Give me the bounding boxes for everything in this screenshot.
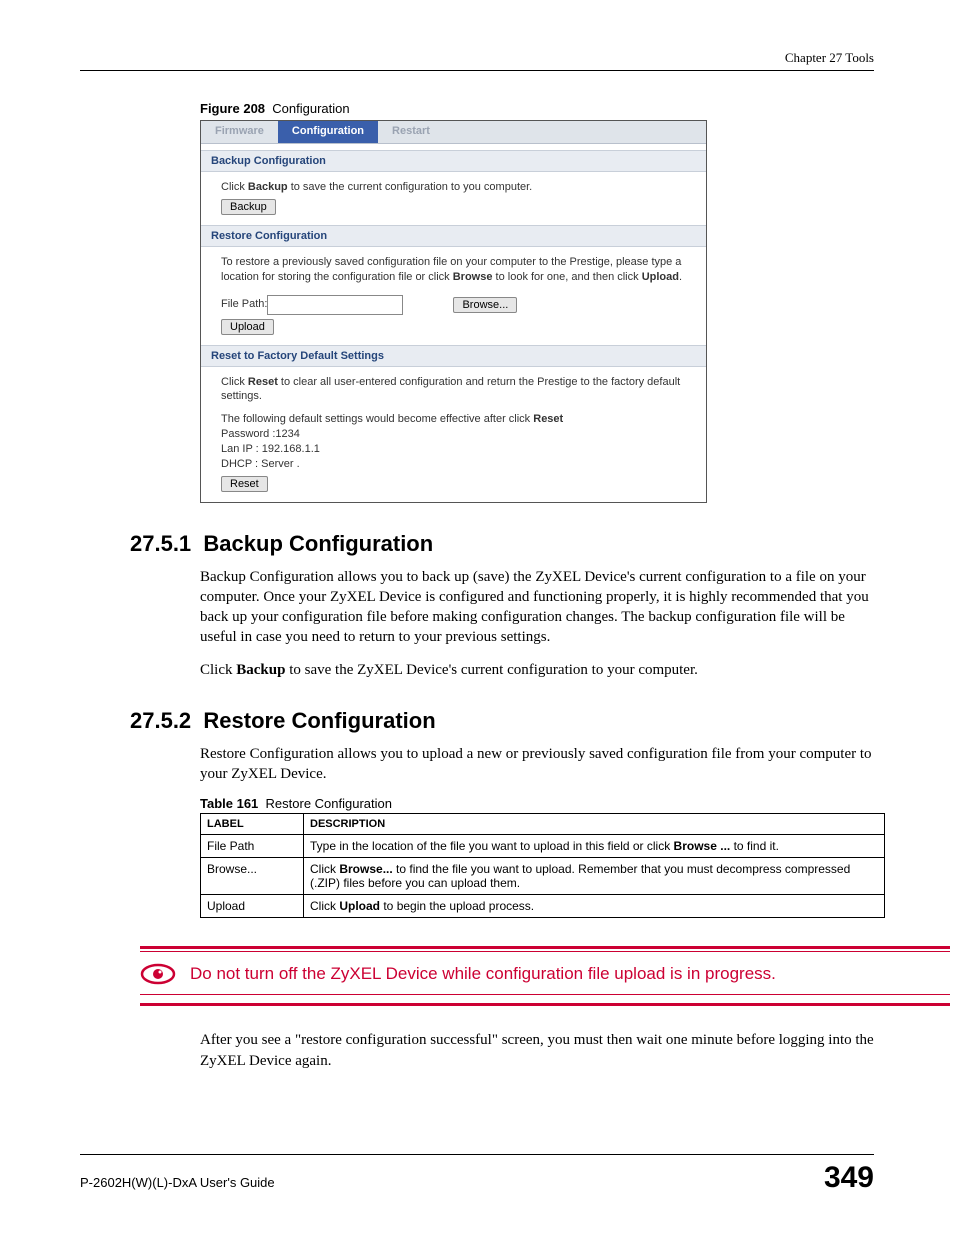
r0c: to find it. xyxy=(730,839,779,853)
reset-t1bold: Reset xyxy=(248,376,278,388)
restore-text-b: to look for one, and then click xyxy=(492,271,641,283)
r2c: to begin the upload process. xyxy=(380,899,534,913)
reset-t1a: Click xyxy=(221,376,248,388)
tab-bar: Firmware Configuration Restart xyxy=(201,121,706,144)
cell-desc: Click Upload to begin the upload process… xyxy=(304,895,885,918)
cell-label: Upload xyxy=(201,895,304,918)
tab-restart[interactable]: Restart xyxy=(378,121,444,143)
restore-bold1: Browse xyxy=(453,271,493,283)
backup-text-a: Click xyxy=(221,181,248,193)
section-27-5-2-heading: 27.5.2 Restore Configuration xyxy=(130,708,874,734)
browse-button[interactable]: Browse... xyxy=(453,297,517,313)
s1-p2b: to save the ZyXEL Device's current confi… xyxy=(285,662,697,678)
reset-line1: Password :1234 xyxy=(221,427,686,442)
table-row: Upload Click Upload to begin the upload … xyxy=(201,895,885,918)
file-path-label: File Path: xyxy=(221,297,267,312)
guide-name: P-2602H(W)(L)-DxA User's Guide xyxy=(80,1175,275,1190)
warn-rule xyxy=(140,951,950,952)
warn-rule xyxy=(140,946,950,949)
reset-t1b: to clear all user-entered configuration … xyxy=(221,376,680,403)
cell-label: Browse... xyxy=(201,858,304,895)
reset-line3: DHCP : Server . xyxy=(221,457,686,472)
table-header-row: LABEL DESCRIPTION xyxy=(201,814,885,835)
figure-caption: Figure 208 Configuration xyxy=(200,101,874,116)
r0b: Browse ... xyxy=(674,839,731,853)
s2-title: Restore Configuration xyxy=(203,708,435,733)
r2b: Upload xyxy=(339,899,380,913)
th-desc: DESCRIPTION xyxy=(304,814,885,835)
cell-desc: Type in the location of the file you wan… xyxy=(304,835,885,858)
s1-num: 27.5.1 xyxy=(130,531,191,556)
table-title: Restore Configuration xyxy=(266,796,392,811)
backup-button[interactable]: Backup xyxy=(221,199,276,215)
header-rule xyxy=(80,70,874,71)
chapter-header: Chapter 27 Tools xyxy=(80,50,874,66)
table-caption: Table 161 Restore Configuration xyxy=(200,796,874,811)
table-row: File Path Type in the location of the fi… xyxy=(201,835,885,858)
config-screenshot: Firmware Configuration Restart Backup Co… xyxy=(200,120,707,503)
file-path-input[interactable] xyxy=(267,295,403,315)
warning-text: Do not turn off the ZyXEL Device while c… xyxy=(190,964,776,984)
restore-body: To restore a previously saved configurat… xyxy=(201,247,706,345)
s1-title: Backup Configuration xyxy=(203,531,433,556)
r2a: Click xyxy=(310,899,339,913)
s2-p1: Restore Configuration allows you to uplo… xyxy=(200,744,874,785)
restore-bold2: Upload xyxy=(642,271,679,283)
restore-heading: Restore Configuration xyxy=(201,225,706,247)
reset-body: Click Reset to clear all user-entered co… xyxy=(201,367,706,502)
warning-block: Do not turn off the ZyXEL Device while c… xyxy=(140,946,950,1006)
warn-rule xyxy=(140,994,950,995)
section-27-5-1-heading: 27.5.1 Backup Configuration xyxy=(130,531,874,557)
r1a: Click xyxy=(310,862,339,876)
figure-title: Configuration xyxy=(272,101,349,116)
reset-line2: Lan IP : 192.168.1.1 xyxy=(221,442,686,457)
page-number: 349 xyxy=(824,1161,874,1195)
warn-rule xyxy=(140,1003,950,1006)
r1b: Browse... xyxy=(339,862,392,876)
s1-p1: Backup Configuration allows you to back … xyxy=(200,567,874,648)
s2-num: 27.5.2 xyxy=(130,708,191,733)
backup-text-bold: Backup xyxy=(248,181,288,193)
reset-t2bold: Reset xyxy=(533,413,563,425)
backup-heading: Backup Configuration xyxy=(201,150,706,172)
after-warning-text: After you see a "restore configuration s… xyxy=(200,1030,874,1071)
tab-firmware[interactable]: Firmware xyxy=(201,121,278,143)
table-label: Table 161 xyxy=(200,796,258,811)
figure-label: Figure 208 xyxy=(200,101,265,116)
restore-text-c: . xyxy=(679,271,682,283)
s1-p2a: Click xyxy=(200,662,236,678)
footer: P-2602H(W)(L)-DxA User's Guide 349 xyxy=(80,1154,874,1195)
reset-heading: Reset to Factory Default Settings xyxy=(201,345,706,367)
cell-desc: Click Browse... to find the file you wan… xyxy=(304,858,885,895)
eye-icon xyxy=(140,962,176,986)
upload-button[interactable]: Upload xyxy=(221,319,274,335)
r0a: Type in the location of the file you wan… xyxy=(310,839,674,853)
backup-text-b: to save the current configuration to you… xyxy=(288,181,533,193)
reset-t2a: The following default settings would bec… xyxy=(221,413,533,425)
tab-configuration[interactable]: Configuration xyxy=(278,121,378,143)
table-row: Browse... Click Browse... to find the fi… xyxy=(201,858,885,895)
backup-body: Click Backup to save the current configu… xyxy=(201,172,706,225)
restore-table: LABEL DESCRIPTION File Path Type in the … xyxy=(200,813,885,918)
s1-p2: Click Backup to save the ZyXEL Device's … xyxy=(200,660,874,680)
cell-label: File Path xyxy=(201,835,304,858)
reset-button[interactable]: Reset xyxy=(221,476,268,492)
s1-p2bold: Backup xyxy=(236,662,285,678)
footer-rule xyxy=(80,1154,874,1155)
th-label: LABEL xyxy=(201,814,304,835)
